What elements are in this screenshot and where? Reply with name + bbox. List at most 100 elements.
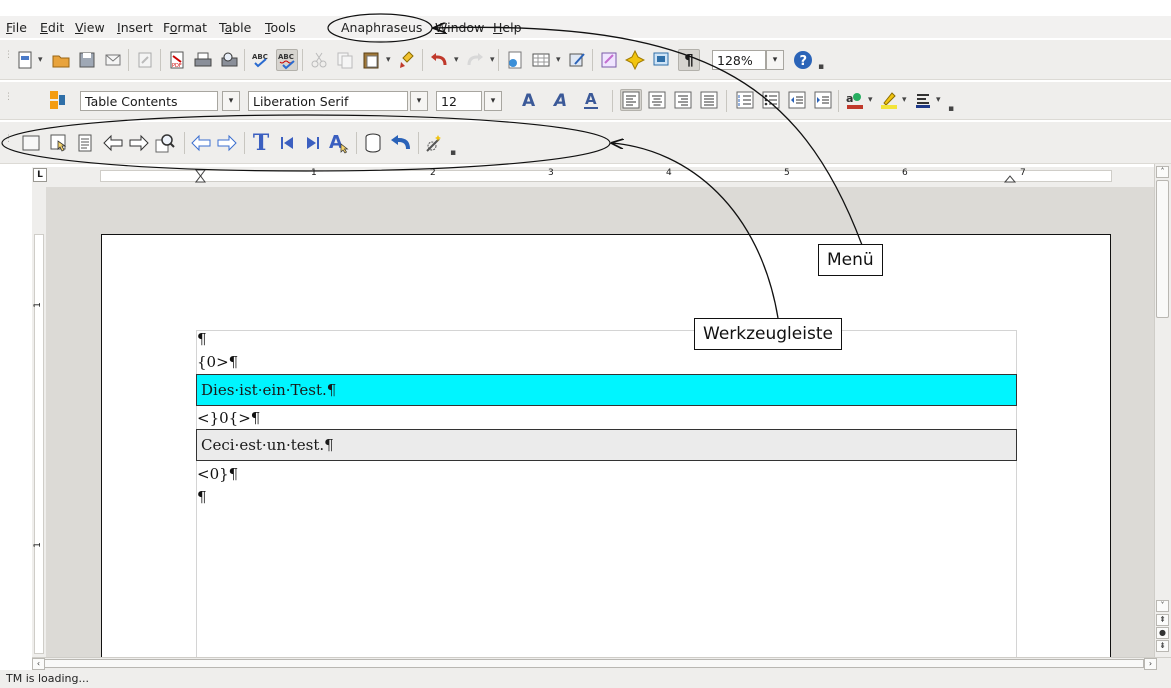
arrow-left-icon[interactable] [102,132,124,154]
database-icon[interactable] [362,132,384,154]
ruler-indent-markers[interactable] [100,168,1112,186]
menu-window[interactable]: Window [435,20,484,35]
navigator-icon[interactable] [624,49,646,71]
edit-file-icon[interactable] [134,49,156,71]
hyperlink-icon[interactable] [504,49,526,71]
chevron-down-icon[interactable]: ▾ [766,50,784,70]
toolbar-overflow-icon[interactable]: ▪ [818,62,824,72]
align-center-icon[interactable] [646,89,668,111]
chevron-down-icon[interactable]: ▾ [556,55,561,65]
new-document-icon[interactable] [14,49,36,71]
chevron-down-icon[interactable]: ▾ [222,91,240,111]
underline-icon[interactable]: A [580,89,602,111]
align-right-icon[interactable] [672,89,694,111]
toolbar-grip-icon[interactable]: ⋮ [4,51,13,60]
menu-view[interactable]: View [75,20,105,35]
next-segment-icon[interactable] [216,132,238,154]
font-name-combobox[interactable]: Liberation Serif [248,91,408,111]
empty-paragraph[interactable]: ¶ [197,488,207,506]
chevron-down-icon[interactable]: ▾ [484,91,502,111]
segment-close-tag[interactable]: <0}¶ [197,465,238,483]
chevron-down-icon[interactable]: ▾ [868,95,873,105]
segment-middle-tag[interactable]: <}0{>¶ [197,409,260,427]
segment-open-tag[interactable]: {0>¶ [197,353,238,371]
chevron-down-icon[interactable]: ▾ [38,55,43,65]
scroll-down-icon[interactable]: ˅ [1156,600,1169,612]
vertical-scroll-thumb[interactable] [1156,180,1169,318]
open-folder-icon[interactable] [50,49,72,71]
save-icon[interactable] [76,49,98,71]
copy-source-icon[interactable]: A [328,132,350,154]
background-color-icon[interactable] [912,89,934,111]
increase-indent-icon[interactable] [812,89,834,111]
formatting-marks-icon[interactable]: ¶ [678,49,700,71]
menu-insert[interactable]: Insert [117,20,153,35]
numbering-icon[interactable] [734,89,756,111]
undo-segment-icon[interactable] [390,132,412,154]
export-pdf-icon[interactable]: PDF [166,49,188,71]
highlighting-icon[interactable] [878,89,900,111]
insert-text-icon[interactable]: T [250,130,272,156]
menu-tools[interactable]: Tools [265,20,296,35]
chevron-down-icon[interactable]: ▾ [410,91,428,111]
italic-icon[interactable]: A [550,89,572,111]
spellcheck-icon[interactable]: ABC [250,49,272,71]
chevron-down-icon[interactable]: ▾ [490,55,495,65]
toolbar-overflow-icon[interactable]: ▪ [948,104,954,114]
autospellcheck-icon[interactable]: ABC [276,49,298,71]
search-icon[interactable] [154,132,176,154]
vertical-ruler-area[interactable] [34,234,44,654]
paragraph-style-combobox[interactable]: Table Contents [80,91,218,111]
find-replace-icon[interactable] [598,49,620,71]
scroll-right-icon[interactable]: › [1144,658,1157,670]
menu-edit[interactable]: Edit [40,20,64,35]
gallery-icon[interactable] [650,49,672,71]
menu-help[interactable]: Help [493,20,522,35]
scroll-up-icon[interactable]: ˄ [1156,166,1169,178]
horizontal-scroll-thumb[interactable] [44,659,1144,668]
bold-icon[interactable]: A [518,89,540,111]
undo-icon[interactable] [428,49,450,71]
menu-table[interactable]: Table [219,20,251,35]
chevron-down-icon[interactable]: ▾ [902,95,907,105]
show-draw-functions-icon[interactable] [566,49,588,71]
redo-icon[interactable] [464,49,486,71]
next-page-icon[interactable]: ⇟ [1156,640,1169,652]
chevron-down-icon[interactable]: ▾ [386,55,391,65]
clone-formatting-icon[interactable] [396,49,418,71]
zoom-combobox[interactable]: 128% [712,50,766,70]
navigation-icon[interactable]: ● [1156,627,1169,639]
styles-formatting-icon[interactable] [46,89,68,111]
paste-icon[interactable] [360,49,382,71]
open-segment-icon[interactable] [48,132,70,154]
justify-icon[interactable] [698,89,720,111]
last-segment-icon[interactable] [302,132,324,154]
toolbar-grip-icon[interactable]: ⋮ [4,135,13,144]
chevron-down-icon[interactable]: ▾ [454,55,459,65]
cut-icon[interactable] [308,49,330,71]
previous-segment-icon[interactable] [190,132,212,154]
toolbar-overflow-icon[interactable]: ▪ [450,148,456,158]
table-icon[interactable] [530,49,552,71]
source-segment[interactable]: Dies·ist·ein·Test.¶ [196,374,1017,406]
print-preview-icon[interactable] [218,49,240,71]
tab-selector[interactable]: L [33,168,47,182]
bullets-icon[interactable] [760,89,782,111]
empty-paragraph[interactable]: ¶ [197,330,207,348]
font-size-combobox[interactable]: 12 [436,91,482,111]
translation-memory-icon[interactable] [74,132,96,154]
toolbar-grip-icon[interactable]: ⋮ [4,93,13,102]
setup-icon[interactable] [20,132,42,154]
settings-wand-icon[interactable] [424,132,446,154]
copy-icon[interactable] [334,49,356,71]
print-icon[interactable] [192,49,214,71]
menu-anaphraseus[interactable]: Anaphraseus [341,20,422,35]
target-segment[interactable]: Ceci·est·un·test.¶ [196,429,1017,461]
align-left-icon[interactable] [620,89,642,111]
menu-format[interactable]: Format [163,20,207,35]
help-icon[interactable]: ? [792,49,814,71]
decrease-indent-icon[interactable] [786,89,808,111]
menu-file[interactable]: File [6,20,27,35]
first-segment-icon[interactable] [276,132,298,154]
chevron-down-icon[interactable]: ▾ [936,95,941,105]
